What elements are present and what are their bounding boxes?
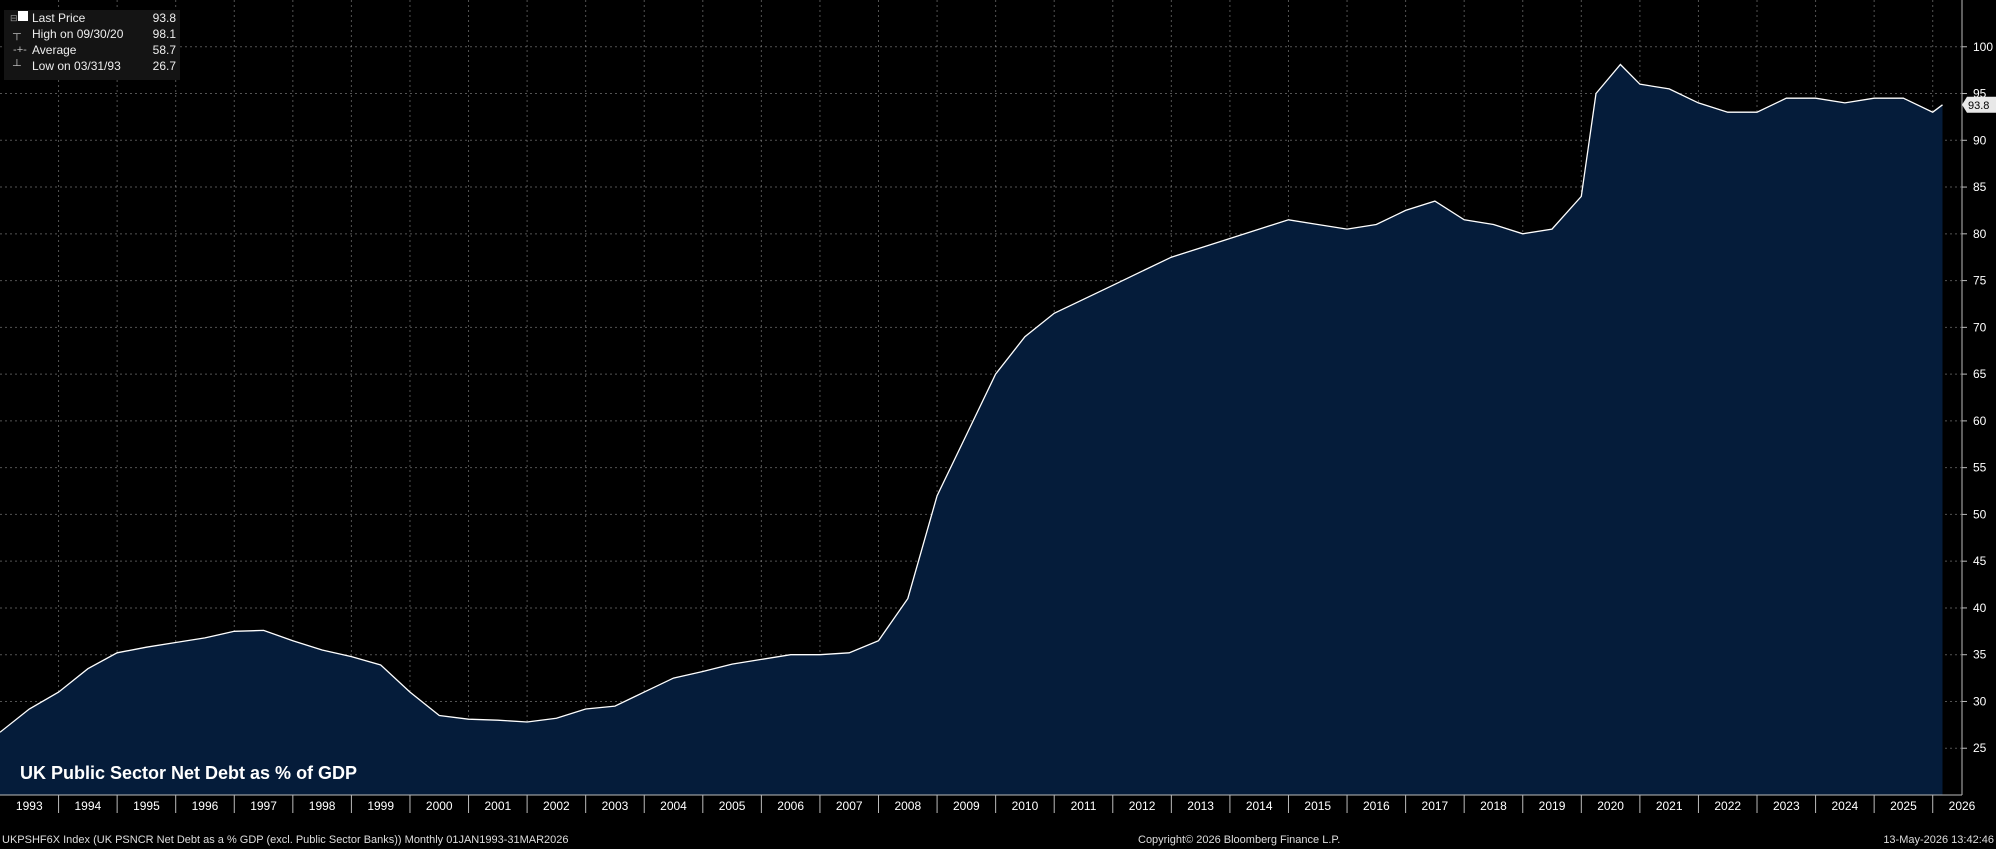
x-axis: 1993 1994 1995 1996 1997 1998 1999 2000 2001 2002…	[0, 794, 1976, 813]
x-tick-label: 1996	[192, 799, 219, 813]
last-price-tag: 93.8	[1962, 96, 1996, 113]
y-tick-label: 70	[1973, 320, 1987, 334]
legend-item-average[interactable]: -+- Average 58.7	[4, 42, 180, 58]
x-tick-label: 2026	[1949, 799, 1976, 813]
x-tick-label: 1993	[16, 799, 43, 813]
legend-label: Average	[32, 43, 77, 57]
y-tick-label: 80	[1973, 227, 1987, 241]
low-marker-icon: ┴	[10, 60, 21, 72]
x-tick-label: 2002	[543, 799, 570, 813]
y-tick-label: 75	[1973, 274, 1987, 288]
x-tick-label: 2025	[1890, 799, 1917, 813]
x-tick-label: 2000	[426, 799, 453, 813]
y-tick-label: 50	[1973, 507, 1987, 521]
x-tick-label: 2007	[836, 799, 863, 813]
chart-title: UK Public Sector Net Debt as % of GDP	[20, 763, 358, 783]
legend-value: 26.7	[152, 59, 176, 73]
legend-label: Low on 03/31/93	[32, 59, 121, 73]
footer-security-description: UKPSHF6X Index (UK PSNCR Net Debt as a %…	[2, 834, 569, 846]
x-tick-label: 2008	[894, 799, 921, 813]
x-tick-label: 2018	[1480, 799, 1507, 813]
y-tick-label: 40	[1973, 601, 1987, 615]
x-tick-label: 2006	[777, 799, 804, 813]
x-tick-label: 2001	[484, 799, 511, 813]
x-tick-label: 2012	[1129, 799, 1156, 813]
square-icon: ⊟	[10, 10, 32, 26]
x-tick-label: 2003	[602, 799, 629, 813]
x-tick-label: 2020	[1597, 799, 1624, 813]
x-tick-label: 2016	[1363, 799, 1390, 813]
x-tick-label: 2019	[1539, 799, 1566, 813]
y-tick-label: 25	[1973, 741, 1987, 755]
legend-item-low[interactable]: ┴ Low on 03/31/93 26.7	[4, 58, 180, 74]
chart-svg: 253035404550556065707580859095100 1993 19…	[0, 0, 1996, 813]
x-tick-label: 2021	[1656, 799, 1683, 813]
x-tick-label: 1998	[309, 799, 336, 813]
x-tick-label: 2015	[1304, 799, 1331, 813]
y-axis: 253035404550556065707580859095100	[1961, 0, 1993, 795]
x-tick-label: 2010	[1012, 799, 1039, 813]
legend-value: 98.1	[152, 27, 176, 41]
x-tick-label: 2023	[1773, 799, 1800, 813]
x-tick-label: 2004	[660, 799, 687, 813]
y-tick-label: 85	[1973, 180, 1987, 194]
y-tick-label: 55	[1973, 461, 1987, 475]
high-marker-icon: ┬	[10, 28, 21, 40]
x-tick-label: 2013	[1187, 799, 1214, 813]
footer-copyright: Copyright© 2026 Bloomberg Finance L.P.	[1138, 834, 1341, 846]
legend-item-last-price[interactable]: ⊟ Last Price 93.8	[4, 10, 180, 26]
x-tick-label: 2014	[1246, 799, 1273, 813]
x-tick-label: 2009	[953, 799, 980, 813]
last-price-tag-text: 93.8	[1968, 100, 1989, 112]
legend-item-high[interactable]: ┬ High on 09/30/20 98.1	[4, 26, 180, 42]
legend-label: Last Price	[32, 11, 86, 25]
x-tick-label: 2022	[1714, 799, 1741, 813]
legend: ⊟ Last Price 93.8 ┬ High on 09/30/20 98.…	[4, 10, 180, 80]
y-tick-label: 65	[1973, 367, 1987, 381]
legend-value: 93.8	[152, 11, 176, 25]
footer-timestamp: 13-May-2026 13:42:46	[1883, 834, 1994, 846]
x-tick-label: 2005	[719, 799, 746, 813]
legend-label: High on 09/30/20	[32, 27, 124, 41]
y-tick-label: 100	[1973, 40, 1993, 54]
x-tick-label: 1999	[367, 799, 394, 813]
y-tick-label: 35	[1973, 648, 1987, 662]
legend-value: 58.7	[152, 43, 176, 57]
x-tick-label: 2011	[1071, 799, 1097, 813]
x-tick-label: 1994	[74, 799, 101, 813]
y-tick-label: 90	[1973, 133, 1987, 147]
average-marker-icon: -+-	[10, 44, 27, 56]
x-tick-label: 1997	[250, 799, 277, 813]
x-tick-label: 1995	[133, 799, 160, 813]
y-tick-label: 45	[1973, 554, 1987, 568]
x-tick-label: 2017	[1422, 799, 1449, 813]
y-tick-label: 30	[1973, 694, 1987, 708]
y-tick-label: 60	[1973, 414, 1987, 428]
x-tick-label: 2024	[1832, 799, 1859, 813]
